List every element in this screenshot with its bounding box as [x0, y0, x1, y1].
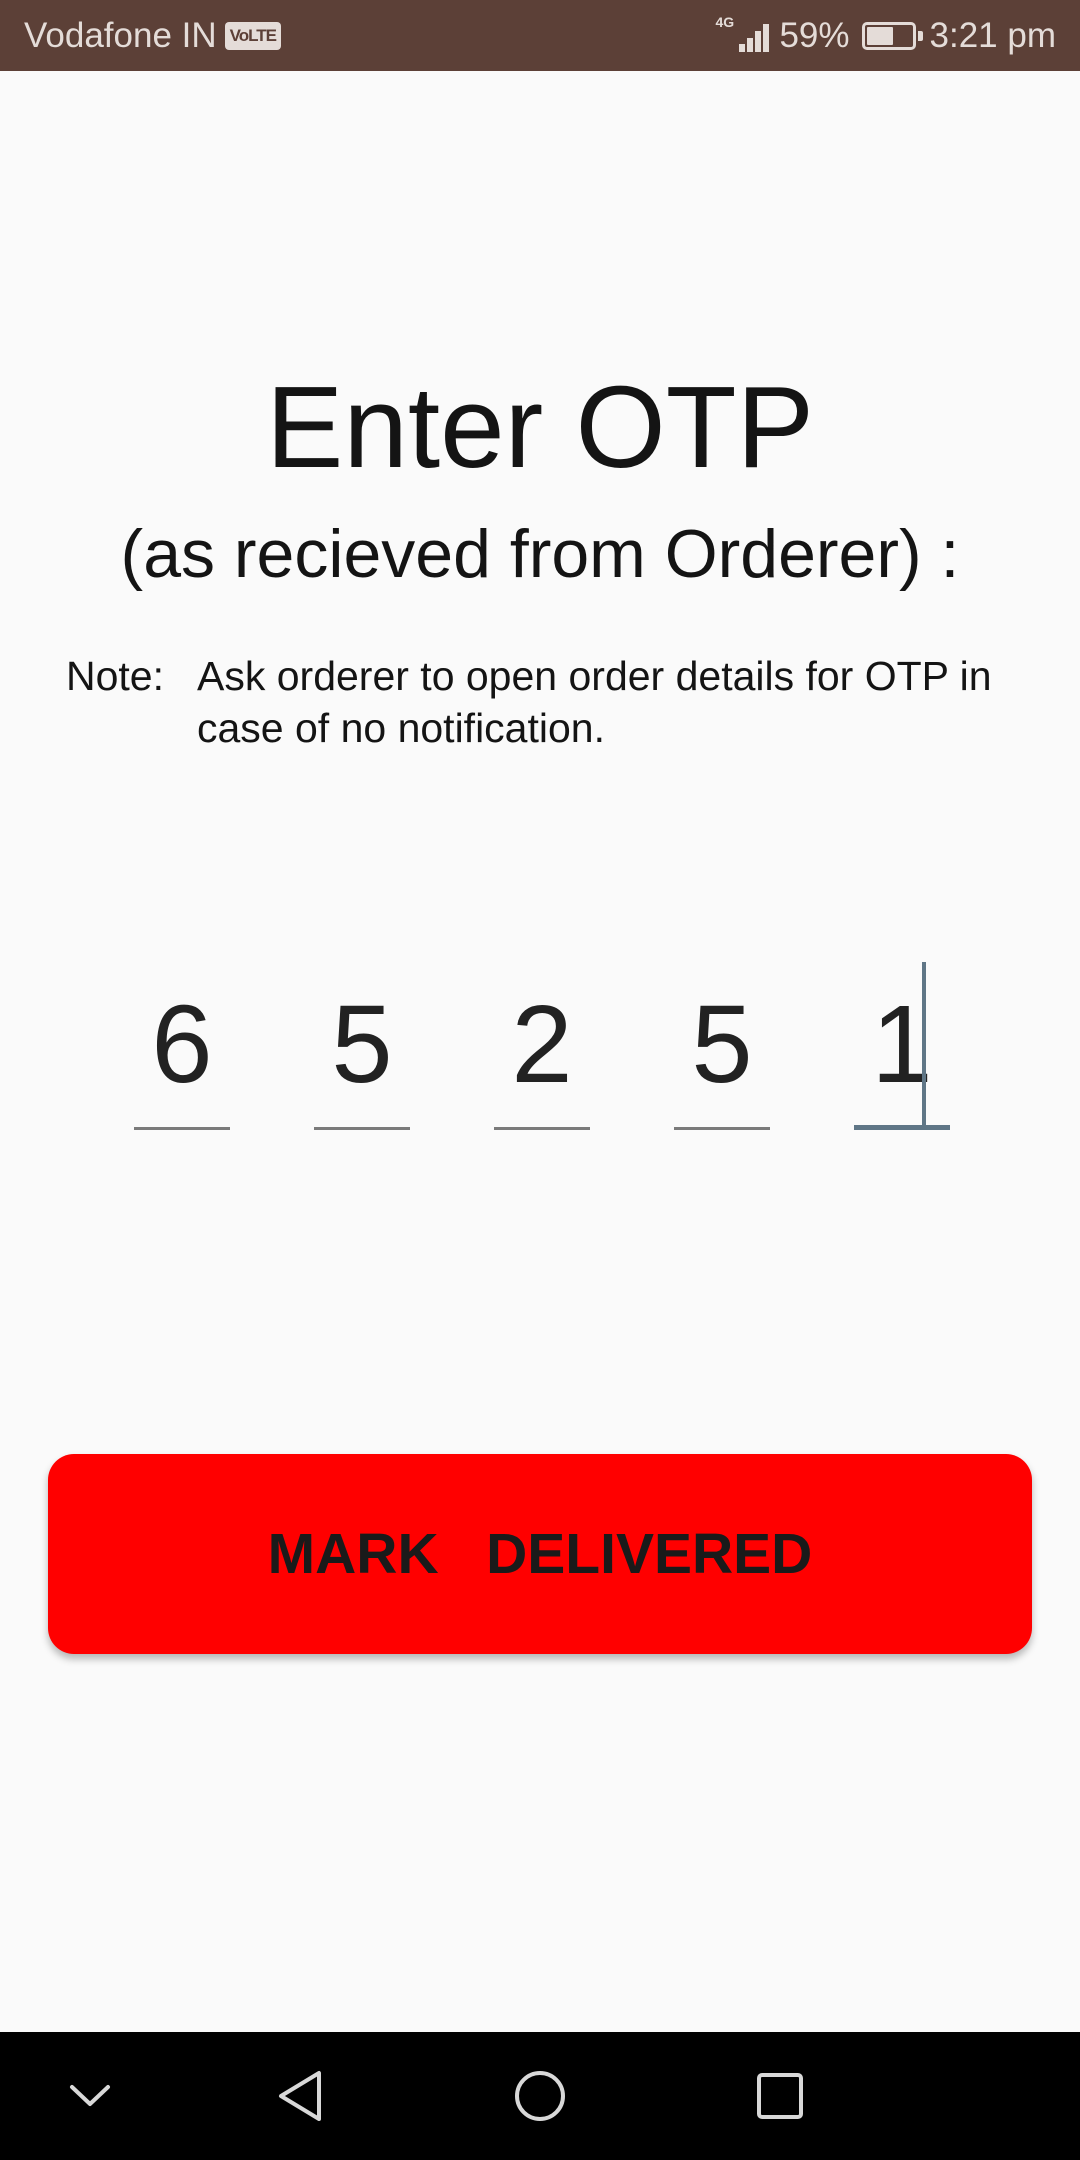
- battery-percent: 59%: [779, 15, 850, 55]
- otp-digit-field-1[interactable]: 6: [134, 980, 230, 1130]
- otp-digit-value: 5: [331, 983, 393, 1106]
- otp-underline: [674, 1127, 770, 1130]
- volte-badge: VoLTE: [224, 21, 281, 50]
- back-triangle-icon: [279, 2071, 321, 2121]
- signal-bar: [747, 37, 754, 52]
- note-text: Ask orderer to open order details for OT…: [197, 653, 992, 751]
- home-circle-icon: [515, 2071, 565, 2121]
- mark-delivered-button[interactable]: MARK DELIVERED: [48, 1454, 1032, 1654]
- nav-home-button[interactable]: [475, 2032, 605, 2160]
- nav-recents-button[interactable]: [715, 2032, 845, 2160]
- signal-bar: [763, 23, 770, 52]
- battery-icon: [861, 21, 923, 50]
- chevron-down-icon: [70, 2085, 110, 2106]
- nav-back-button[interactable]: [235, 2032, 365, 2160]
- otp-underline: [134, 1127, 230, 1130]
- signal-strength-icon: 4G: [715, 14, 771, 54]
- recents-square-icon: [757, 2073, 803, 2119]
- clock: 3:21 pm: [929, 15, 1056, 55]
- battery-cap: [917, 30, 923, 41]
- text-cursor: [922, 962, 926, 1126]
- battery-level-fill: [866, 26, 893, 45]
- otp-digit-value: 1: [871, 983, 933, 1106]
- otp-digit-value: 2: [511, 983, 573, 1106]
- signal-bar: [755, 30, 762, 52]
- otp-digit-field-2[interactable]: 5: [314, 980, 410, 1130]
- page-subtitle: (as recieved from Orderer) :: [120, 516, 960, 592]
- navigation-bar: [0, 2032, 1080, 2160]
- otp-underline: [494, 1127, 590, 1130]
- note-label: Note:: [66, 653, 164, 699]
- otp-digit-field-3[interactable]: 2: [494, 980, 590, 1130]
- status-bar: Vodafone IN VoLTE 4G 59% 3:21 pm: [0, 0, 1080, 71]
- otp-digit-field-5[interactable]: 1: [854, 962, 950, 1130]
- network-type-label: 4G: [715, 13, 735, 30]
- otp-digit-value: 5: [691, 983, 753, 1106]
- otp-digit-field-4[interactable]: 5: [674, 980, 770, 1130]
- status-left: Vodafone IN VoLTE: [24, 16, 281, 56]
- nav-dismiss-button[interactable]: [25, 2032, 155, 2160]
- mark-delivered-label: MARK DELIVERED: [267, 1522, 813, 1586]
- otp-underline: [854, 1125, 950, 1130]
- otp-digit-value: 6: [151, 983, 213, 1106]
- carrier-name: Vodafone IN: [24, 15, 217, 55]
- otp-underline: [314, 1127, 410, 1130]
- page-title: Enter OTP: [266, 362, 814, 492]
- status-right: 4G 59% 3:21 pm: [715, 14, 1056, 56]
- signal-bar: [739, 43, 746, 52]
- otp-screen: Vodafone IN VoLTE 4G 59% 3:21 pm Enter O…: [0, 0, 1080, 2160]
